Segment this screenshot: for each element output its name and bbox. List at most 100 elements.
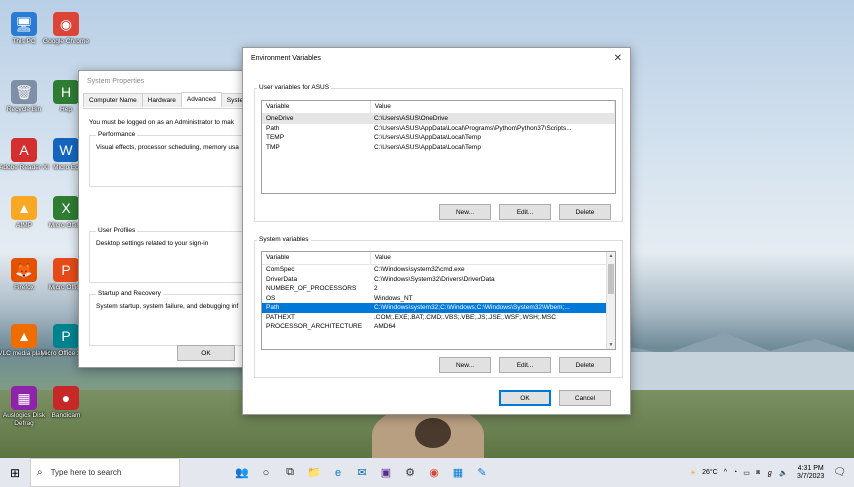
desktop-icon-label: Bandicam	[51, 412, 81, 419]
variable-name: PROCESSOR_ARCHITECTURE	[266, 323, 363, 330]
powerpoint-icon: P	[53, 258, 79, 282]
scroll-up-icon[interactable]: ▲	[607, 253, 615, 259]
weather-temp[interactable]: 26°C	[702, 469, 718, 476]
firefox-icon: 🦊	[11, 258, 37, 282]
show-hidden-icons-icon[interactable]: ^	[724, 469, 727, 476]
variable-value: C:\Users\ASUS\AppData\Local\Temp	[374, 134, 481, 141]
table-row[interactable]: NUMBER_OF_PROCESSORS 2	[262, 284, 615, 294]
user-variables-list[interactable]: Variable Value OneDrive C:\Users\ASUS\One…	[261, 100, 616, 194]
network-icon[interactable]: ◔	[733, 469, 737, 476]
pc-icon: 🖥	[11, 12, 37, 36]
ok-button[interactable]: OK	[499, 390, 551, 406]
system-edit-button[interactable]: Edit...	[499, 357, 551, 373]
system-properties-tabs: Computer Name Hardware Advanced System P	[83, 92, 261, 107]
cortana-icon[interactable]: ○	[254, 458, 278, 487]
system-variables-scrollbar[interactable]: ▲ ▼	[606, 252, 615, 349]
desktop-icon-chrome[interactable]: ◉ Google Chrome	[40, 12, 92, 46]
user-new-button[interactable]: New...	[439, 204, 491, 220]
table-row[interactable]: PROCESSOR_ARCHITECTURE AMD64	[262, 322, 615, 332]
system-properties-titlebar: System Properties	[87, 77, 145, 85]
scrollbar-thumb[interactable]	[608, 264, 614, 294]
user-variables-header: Variable Value	[262, 101, 615, 114]
notifications-icon[interactable]: 🗨	[833, 467, 846, 478]
word-icon: W	[53, 138, 79, 162]
taskbar-clock[interactable]: 4:31 PM 3/7/2023	[797, 465, 824, 481]
language-icon[interactable]: ℊ	[766, 468, 773, 478]
close-icon[interactable]: ✕	[614, 53, 622, 64]
tab-computer-name[interactable]: Computer Name	[83, 93, 143, 107]
table-row[interactable]: PATHEXT .COM;.EXE;.BAT;.CMD;.VBS;.VBE;.JS…	[262, 313, 615, 323]
table-row[interactable]: OneDrive C:\Users\ASUS\OneDrive	[262, 114, 615, 124]
user-edit-button[interactable]: Edit...	[499, 204, 551, 220]
column-variable[interactable]: Variable	[262, 101, 371, 113]
table-row[interactable]: TMP C:\Users\ASUS\AppData\Local\Temp	[262, 143, 615, 153]
desktop-icon-bandicam[interactable]: ● Bandicam	[40, 386, 92, 420]
taskbar-search-box[interactable]: ⌕ Type here to search	[30, 458, 180, 487]
store-icon[interactable]: ▦	[446, 458, 470, 487]
column-variable[interactable]: Variable	[262, 252, 371, 264]
tab-hardware[interactable]: Hardware	[141, 93, 182, 107]
display-icon[interactable]: ⧈	[756, 469, 760, 477]
wallpaper-lake	[600, 352, 854, 392]
table-row[interactable]: Path C:\Windows\system32;C:\Windows;C:\Wi…	[262, 303, 615, 313]
settings-icon[interactable]: ⚙	[398, 458, 422, 487]
scroll-down-icon[interactable]: ▼	[607, 342, 615, 348]
variable-name: DriverData	[266, 275, 298, 283]
system-variables-header: Variable Value	[262, 252, 615, 265]
startup-recovery-legend: Startup and Recovery	[96, 290, 163, 297]
variable-value: Windows_NT	[374, 294, 413, 302]
system-delete-button[interactable]: Delete	[559, 357, 611, 373]
file-explorer-icon[interactable]: 📁	[302, 458, 326, 487]
user-delete-button[interactable]: Delete	[559, 204, 611, 220]
taskbar: ⊞ ⌕ Type here to search 👥 ○ ⧉ 📁 e ✉ ▣ ⚙ ◉ ▦ ✎ ☀ 26…	[0, 458, 854, 487]
publisher-icon: P	[53, 324, 79, 348]
cancel-button[interactable]: Cancel	[559, 390, 611, 406]
search-placeholder: Type here to search	[50, 468, 122, 477]
search-icon: ⌕	[37, 467, 43, 478]
table-row[interactable]: OS Windows_NT	[262, 294, 615, 304]
variable-name: OS	[266, 294, 276, 302]
vlc-icon: ▲	[11, 324, 37, 348]
volume-icon[interactable]: 🔈	[779, 469, 788, 477]
variable-value: C:\Windows\System32\Drivers\DriverData	[374, 275, 495, 283]
environment-variables-titlebar: Environment Variables	[251, 54, 321, 62]
system-variables-list[interactable]: Variable Value ComSpec C:\Windows\system3…	[261, 251, 616, 350]
variable-value: C:\Users\ASUS\AppData\Local\Programs\Pyt…	[374, 124, 572, 132]
variable-name: NUMBER_OF_PROCESSORS	[266, 285, 357, 292]
clock-time: 4:31 PM	[797, 464, 824, 472]
weather-icon[interactable]: ☀	[690, 469, 696, 477]
desktop-icon-label: Google Chrome	[43, 38, 89, 45]
webcam-person-head	[415, 418, 451, 448]
paint-icon[interactable]: ✎	[470, 458, 494, 487]
variable-value: AMD64	[374, 323, 396, 330]
user-profiles-legend: User Profiles	[96, 227, 138, 234]
variable-value: C:\Users\ASUS\OneDrive	[374, 115, 449, 122]
admin-note: You must be logged on as an Administrato…	[89, 119, 235, 126]
startup-recovery-text: System startup, system failure, and debu…	[96, 303, 239, 310]
recycle-bin-icon: 🗑	[11, 80, 37, 104]
table-row[interactable]: ComSpec C:\Windows\system32\cmd.exe	[262, 265, 615, 275]
chrome-taskbar-icon[interactable]: ◉	[422, 458, 446, 487]
tab-advanced[interactable]: Advanced	[180, 92, 222, 106]
table-row[interactable]: Path C:\Users\ASUS\AppData\Local\Programs…	[262, 124, 615, 134]
people-icon[interactable]: 👥	[230, 458, 254, 487]
visual-studio-icon[interactable]: ▣	[374, 458, 398, 487]
user-profiles-text: Desktop settings related to your sign-in	[96, 240, 209, 247]
column-value[interactable]: Value	[371, 252, 615, 264]
battery-icon[interactable]: ▭	[743, 469, 750, 477]
system-variables-label: System variables	[257, 236, 311, 243]
variable-value: C:\Users\ASUS\AppData\Local\Temp	[374, 143, 481, 151]
edge-icon[interactable]: e	[326, 458, 350, 487]
mail-icon[interactable]: ✉	[350, 458, 374, 487]
chrome-icon: ◉	[53, 12, 79, 36]
windows-start-icon[interactable]: ⊞	[0, 458, 30, 487]
table-row[interactable]: TEMP C:\Users\ASUS\AppData\Local\Temp	[262, 133, 615, 143]
system-properties-ok-button[interactable]: OK	[177, 345, 235, 361]
column-value[interactable]: Value	[371, 101, 615, 113]
adobe-reader-icon: A	[11, 138, 37, 162]
system-new-button[interactable]: New...	[439, 357, 491, 373]
table-row[interactable]: DriverData C:\Windows\System32\Drivers\Dr…	[262, 275, 615, 285]
variable-name: OneDrive	[266, 115, 294, 122]
environment-variables-dialog[interactable]: Environment Variables ✕ User variables f…	[242, 47, 631, 415]
task-view-icon[interactable]: ⧉	[278, 458, 302, 487]
